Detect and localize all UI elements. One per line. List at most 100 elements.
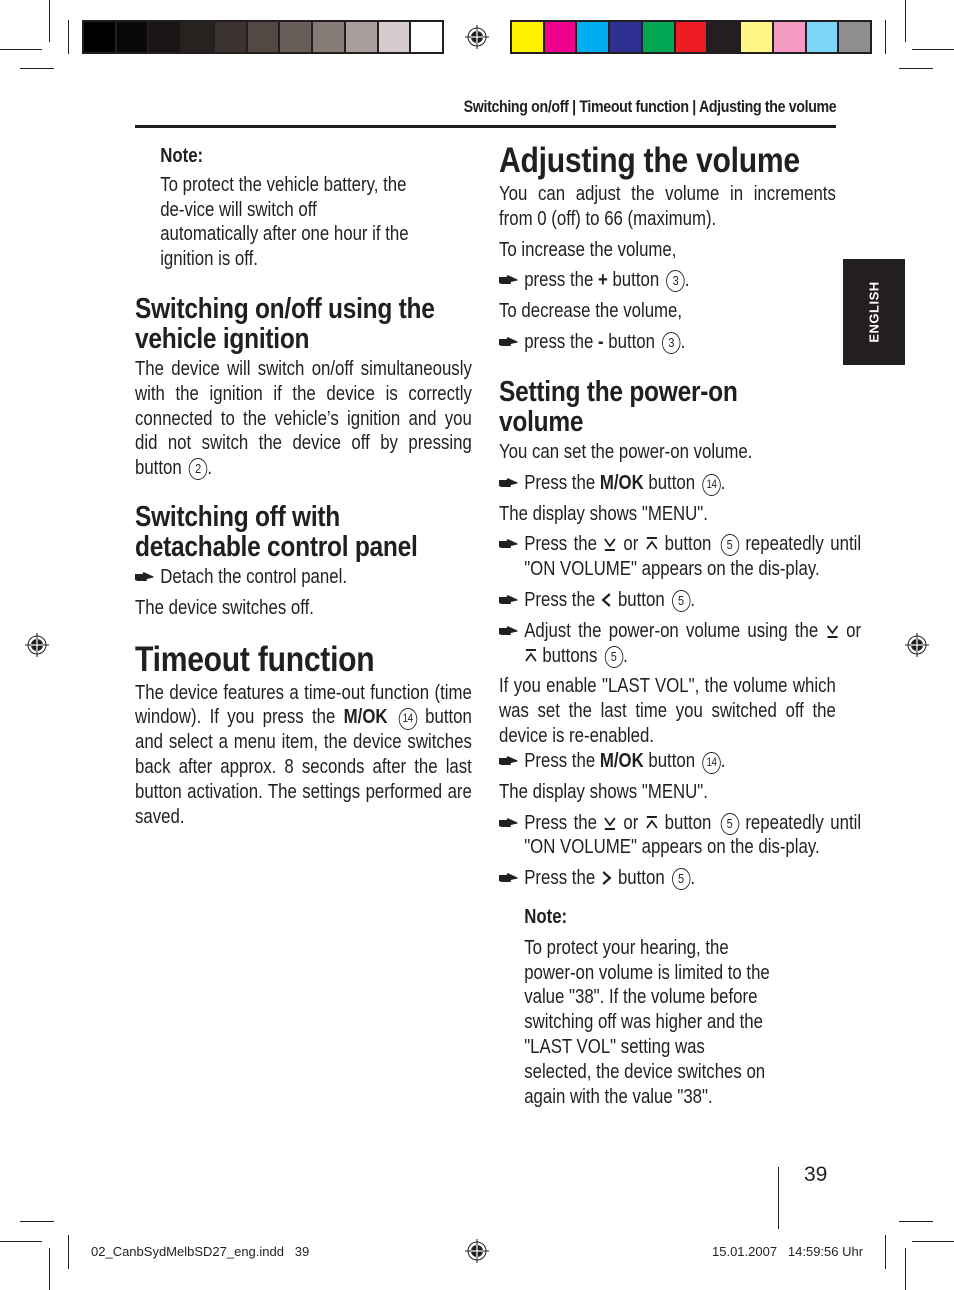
- grayscale-calibration-bar: [82, 20, 444, 54]
- step-text: or: [623, 811, 639, 834]
- instruction-step: Press the button 5.: [499, 866, 861, 891]
- registration-mark-icon: [25, 633, 49, 657]
- gray-swatch: [149, 22, 181, 52]
- section-heading: Switching on/off using the vehicle ignit…: [135, 292, 435, 355]
- left-arrow-key-icon: [600, 593, 613, 607]
- crop-mark: [68, 1235, 69, 1269]
- note-text: To protect the vehicle battery, the de-v…: [160, 173, 409, 271]
- crop-mark: [0, 1241, 42, 1242]
- registration-mark-icon: [465, 1239, 489, 1263]
- instruction-step: Adjust the power-on volume using the or …: [499, 619, 861, 669]
- hearing-note: Note: To protect your hearing, the power…: [499, 905, 861, 1109]
- button-reference-badge: 5: [604, 645, 624, 668]
- crop-mark: [912, 49, 954, 50]
- crop-mark: [49, 0, 50, 42]
- pointing-hand-icon: [499, 274, 517, 286]
- crop-mark: [0, 49, 42, 50]
- mok-key-label: M/OK: [599, 471, 644, 494]
- pointing-hand-icon: [499, 336, 517, 348]
- step-text: button: [608, 330, 655, 353]
- step-text: or: [846, 619, 862, 642]
- gray-swatch: [313, 22, 344, 52]
- right-column: Adjusting the volume You can adjust the …: [499, 141, 861, 1109]
- step-text: press the: [524, 330, 594, 353]
- button-reference-badge: 3: [666, 270, 685, 293]
- pointing-hand-icon: [135, 571, 153, 583]
- pointing-hand-icon: [499, 538, 517, 550]
- step-text: button: [664, 533, 712, 556]
- pointing-hand-icon: [499, 755, 517, 767]
- color-swatch: [839, 22, 871, 52]
- gray-swatch: [182, 22, 213, 52]
- color-swatch: [544, 22, 576, 52]
- step-text: button: [664, 811, 712, 834]
- button-reference-badge: 5: [671, 868, 691, 891]
- step-text: repeatedly: [745, 533, 824, 556]
- button-reference-badge: 5: [720, 812, 739, 835]
- down-arrow-key-icon: [825, 624, 838, 638]
- crop-mark: [899, 1221, 933, 1222]
- page-number-rule: [778, 1167, 779, 1229]
- gray-swatch: [214, 22, 246, 52]
- instruction-label: To decrease the volume,: [499, 300, 683, 323]
- note-text: To protect your hearing, the power-on vo…: [524, 936, 770, 1108]
- step-text: or: [623, 533, 639, 556]
- lastvol-paragraph: If you enable "LAST VOL", the volume whi…: [499, 675, 836, 747]
- registration-mark-icon: [465, 25, 489, 49]
- note-label: Note:: [160, 145, 204, 167]
- step-text: Press the: [524, 588, 596, 611]
- crop-mark: [68, 20, 69, 54]
- left-column: Note: To protect the vehicle battery, th…: [135, 142, 472, 830]
- pointing-hand-icon: [499, 477, 517, 489]
- step-text: button: [617, 588, 665, 611]
- color-swatch: [642, 22, 674, 52]
- crop-mark: [885, 1235, 886, 1269]
- instruction-step: Press the or button 5 repeatedly until "…: [499, 811, 861, 861]
- step-text: Press the: [524, 867, 596, 890]
- note-label: Note:: [524, 905, 568, 928]
- step-text: button: [612, 269, 660, 292]
- timeout-text: The device features a time-out function …: [135, 681, 472, 729]
- display-status: The display shows "MENU".: [499, 780, 708, 803]
- step-text: press the: [524, 269, 594, 292]
- slug-filename: 02_CanbSydMelbSD27_eng.indd 39: [91, 1244, 310, 1259]
- pointing-hand-icon: [499, 594, 517, 606]
- step-text: buttons: [542, 644, 598, 667]
- instruction-step: Press the M/OK button 14.: [499, 471, 861, 496]
- up-arrow-key-icon: [645, 537, 658, 551]
- crop-mark: [912, 1241, 954, 1242]
- section-heading: Timeout function: [135, 639, 375, 679]
- ignition-text: The device will switch on/off simultaneo…: [135, 357, 472, 480]
- right-arrow-key-icon: [600, 871, 613, 885]
- volume-intro: You can adjust the volume in increments …: [499, 183, 836, 230]
- button-reference-badge: 2: [188, 458, 208, 481]
- gray-swatch: [345, 22, 377, 52]
- step-text: repeatedly: [745, 811, 824, 834]
- button-reference-badge: 5: [720, 534, 739, 557]
- down-arrow-key-icon: [603, 537, 616, 551]
- crop-mark: [899, 68, 933, 69]
- ignition-paragraph: The device will switch on/off simultaneo…: [135, 357, 472, 481]
- color-calibration-bar: [510, 20, 872, 54]
- gray-swatch: [247, 22, 279, 52]
- color-swatch: [675, 22, 707, 52]
- color-swatch: [806, 22, 838, 52]
- instruction-step: press the - button 3.: [499, 330, 861, 355]
- section-heading: Adjusting the volume: [499, 141, 800, 180]
- step-text: Press the: [524, 749, 596, 772]
- down-arrow-key-icon: [603, 816, 616, 830]
- poweron-intro: You can set the power-on volume.: [499, 440, 753, 463]
- step-text: Detach the control panel.: [160, 565, 347, 588]
- instruction-step: Press the button 5.: [499, 588, 861, 613]
- gray-swatch: [411, 22, 443, 52]
- page-number: 39: [804, 1163, 828, 1186]
- color-swatch: [512, 22, 543, 52]
- step-text: button: [648, 749, 696, 772]
- color-swatch: [610, 22, 641, 52]
- pointing-hand-icon: [499, 817, 517, 829]
- display-status: The display shows "MENU".: [499, 502, 708, 525]
- gray-swatch: [84, 22, 115, 52]
- step-text: Press the: [524, 471, 596, 494]
- step-text: Press the: [524, 533, 597, 556]
- color-swatch: [708, 22, 740, 52]
